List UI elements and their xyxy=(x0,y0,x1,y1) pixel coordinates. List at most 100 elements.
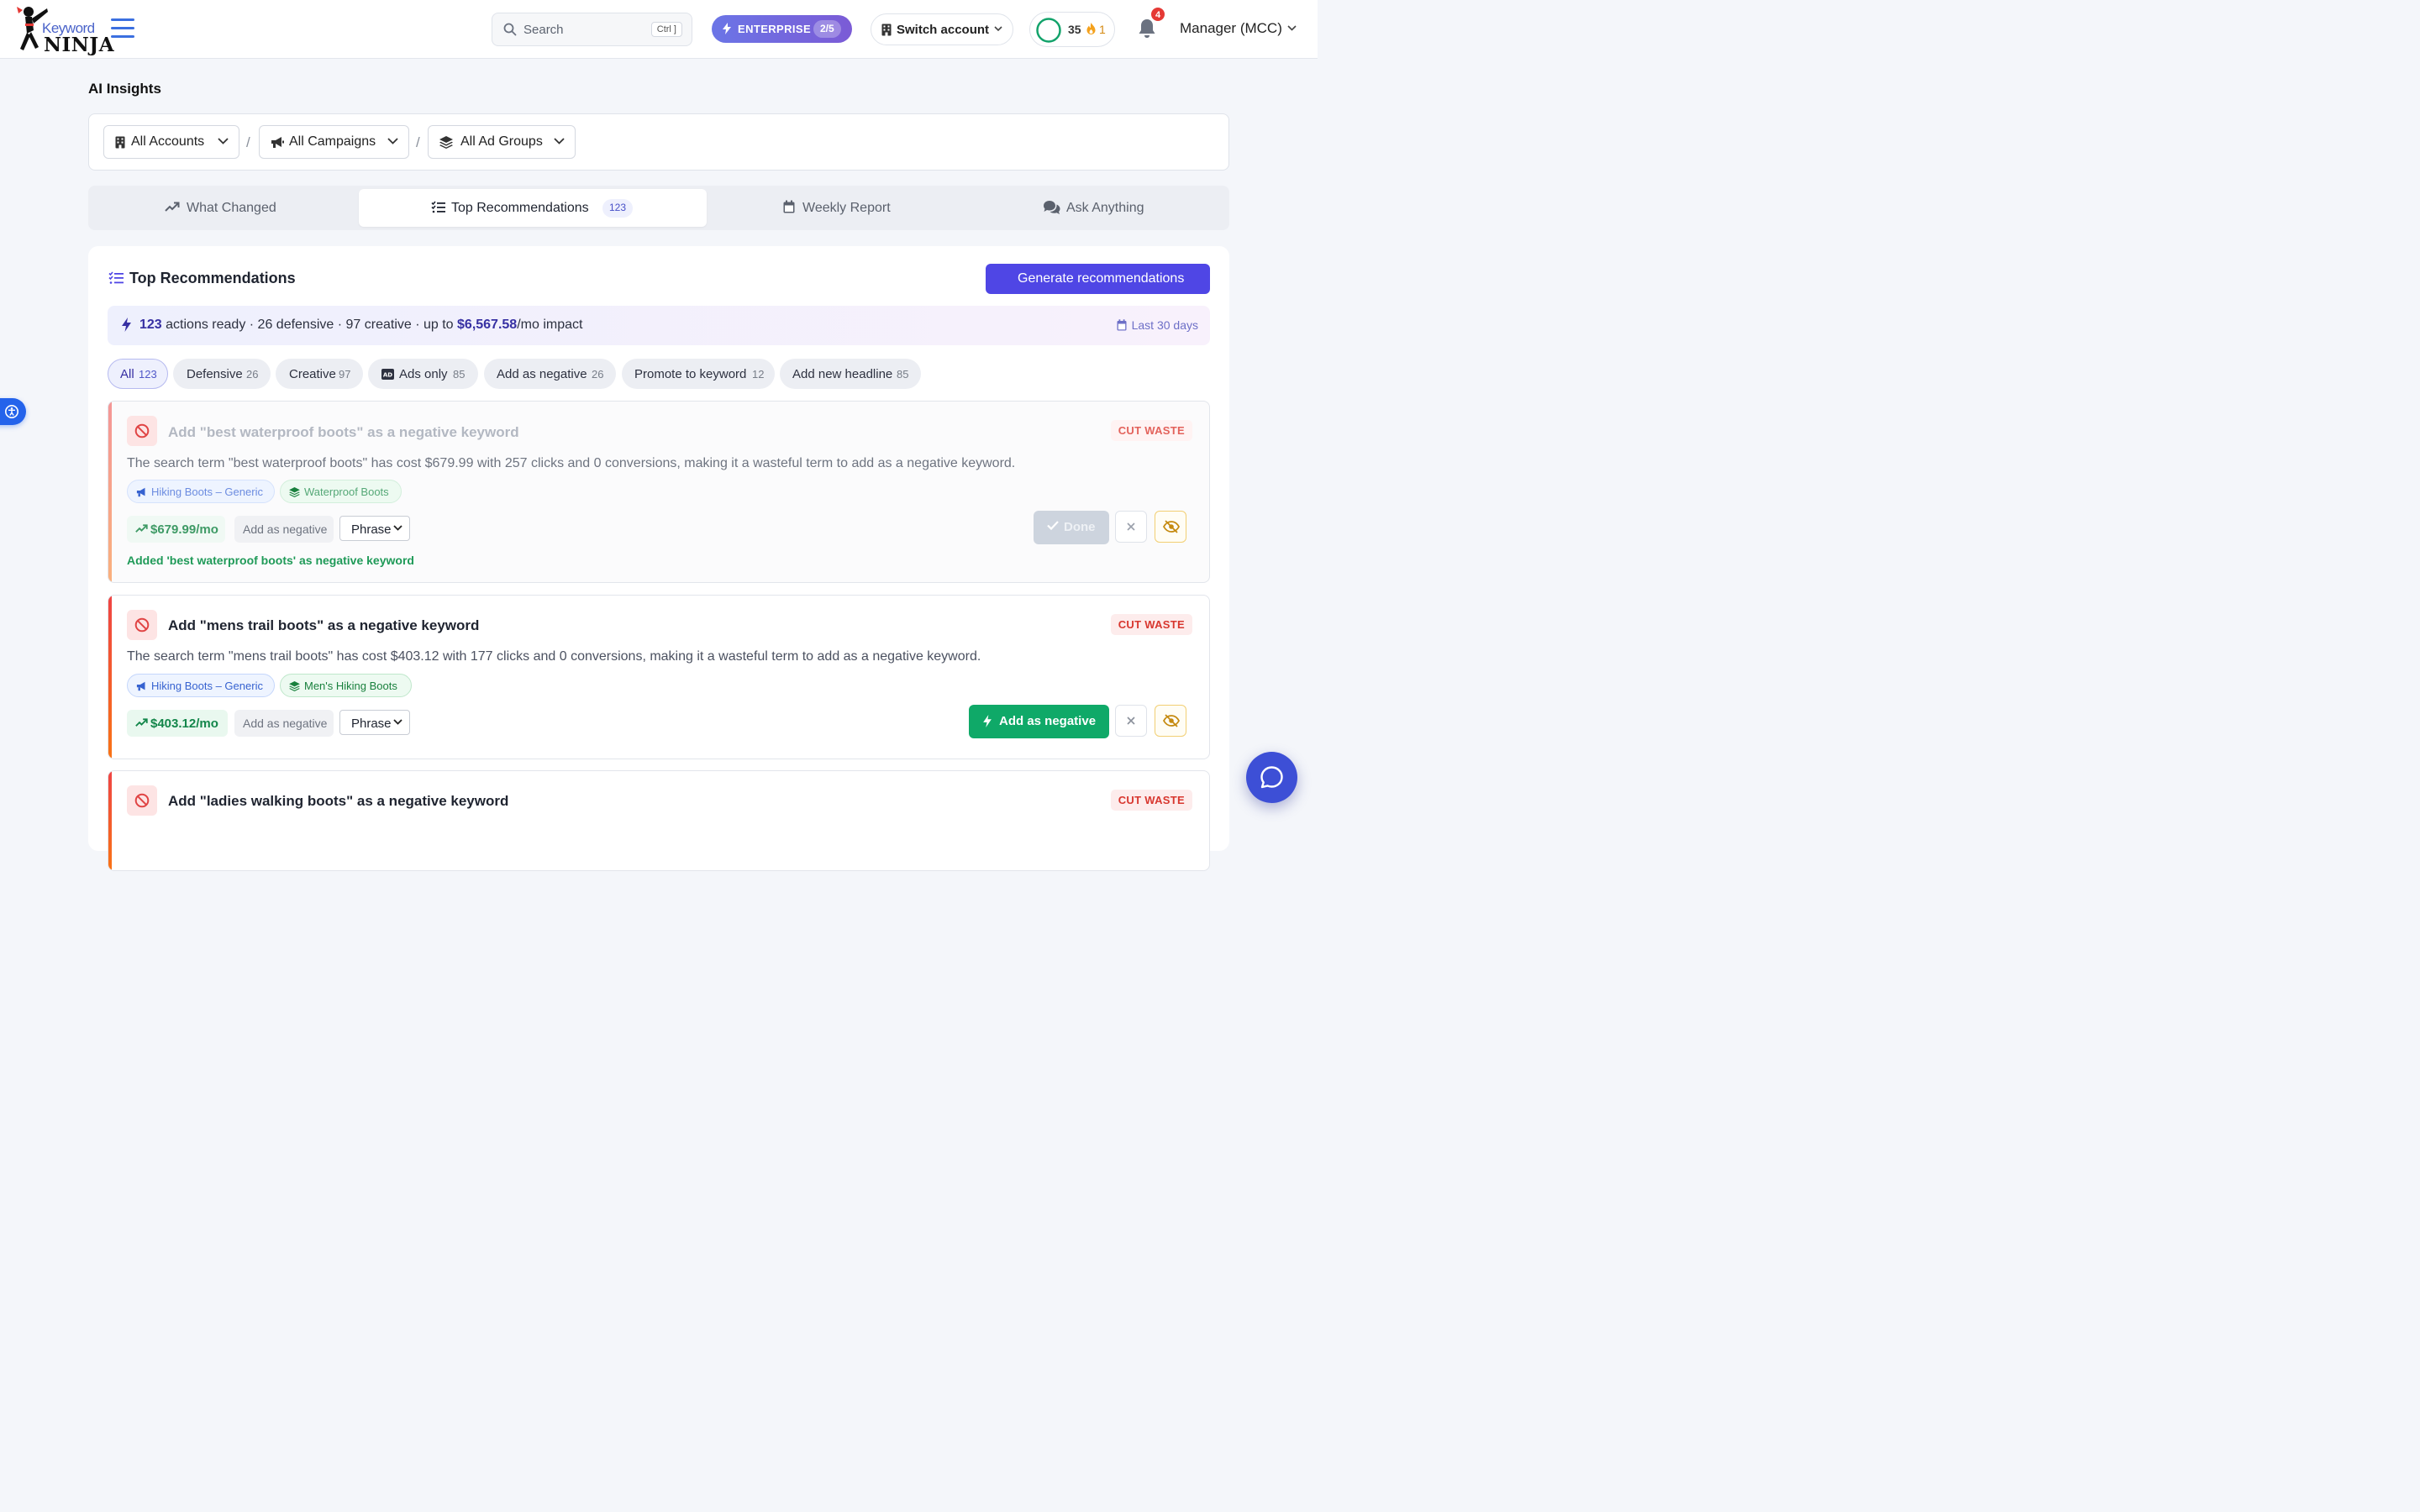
tab-count-badge: 123 xyxy=(602,199,634,218)
chip-count: 97 xyxy=(339,368,351,381)
tab-weekly-report[interactable]: Weekly Report xyxy=(708,189,969,227)
tab-label: Top Recommendations xyxy=(451,201,589,215)
tab-top-recommendations[interactable]: Top Recommendations 123 xyxy=(359,189,707,227)
match-type-select[interactable]: Phrase xyxy=(339,516,410,541)
card-category-tag: CUT WASTE xyxy=(1110,790,1192,811)
chip-label: Defensive xyxy=(187,367,243,381)
ad-group-badge[interactable]: Waterproof Boots xyxy=(280,480,402,503)
campaign-badge[interactable]: Hiking Boots – Generic xyxy=(127,480,275,503)
ban-icon xyxy=(134,617,150,633)
card-description: The search term "best waterproof boots" … xyxy=(127,456,1016,470)
summary-actions-count: 123 xyxy=(139,318,162,332)
hide-button[interactable] xyxy=(1155,511,1186,543)
recommendation-card: Add "best waterproof boots" as a negativ… xyxy=(108,401,1210,583)
done-button-label: Done xyxy=(1064,520,1096,534)
comments-icon xyxy=(1044,201,1060,214)
accessibility-icon xyxy=(5,405,18,418)
done-button[interactable]: Done xyxy=(1034,511,1109,544)
card-category-tag: CUT WASTE xyxy=(1110,420,1192,441)
accounts-filter[interactable]: All Accounts xyxy=(103,125,239,159)
calendar-icon xyxy=(1117,319,1127,331)
recommendation-card: Add "mens trail boots" as a negative key… xyxy=(108,595,1210,759)
summary-banner: 123 actions ready · 26 defensive · 97 cr… xyxy=(108,306,1210,345)
chevron-down-icon xyxy=(1287,25,1297,31)
recommendations-panel: Top Recommendations Generate recommendat… xyxy=(88,246,1229,871)
ad-icon: AD xyxy=(381,369,394,380)
chat-support-button[interactable] xyxy=(1246,752,1297,803)
account-menu[interactable]: Manager (MCC) xyxy=(1180,20,1297,37)
hide-button[interactable] xyxy=(1155,705,1186,737)
ad-groups-filter[interactable]: All Ad Groups xyxy=(428,125,576,159)
chip-label: Promote to keyword xyxy=(634,367,747,381)
chat-bubble-icon xyxy=(1260,766,1283,789)
summary-actions-text: actions ready xyxy=(166,318,246,332)
menu-toggle-button[interactable] xyxy=(111,18,134,40)
card-title: Add "best waterproof boots" as a negativ… xyxy=(168,424,519,440)
hamburger-line xyxy=(111,35,134,38)
progress-ring-icon xyxy=(1036,18,1061,43)
layers-icon xyxy=(439,136,453,149)
breadcrumb-separator: / xyxy=(246,134,250,150)
close-icon xyxy=(1127,522,1135,531)
chip-creative[interactable]: Creative 97 xyxy=(276,359,363,389)
chip-defensive[interactable]: Defensive 26 xyxy=(173,359,271,389)
tab-ask-anything[interactable]: Ask Anything xyxy=(971,189,1228,227)
plan-usage: 2/5 xyxy=(813,20,841,38)
summary-text: 123 actions ready · 26 defensive · 97 cr… xyxy=(139,318,582,333)
top-bar: Keyword NINJA Search Ctrl ] ENTERPRISE 2… xyxy=(0,0,1318,59)
campaigns-filter-label: All Campaigns xyxy=(289,134,376,149)
tab-what-changed[interactable]: What Changed xyxy=(88,189,357,227)
impact-badge: $403.12/mo xyxy=(127,710,228,737)
trend-up-icon xyxy=(135,524,148,533)
campaigns-filter[interactable]: All Campaigns xyxy=(259,125,409,159)
plan-badge[interactable]: ENTERPRISE 2/5 xyxy=(712,15,852,43)
chip-label: Creative xyxy=(289,367,336,381)
generate-recommendations-button[interactable]: Generate recommendations xyxy=(986,264,1210,294)
chevron-down-icon xyxy=(387,138,398,144)
chevron-down-icon xyxy=(393,719,402,725)
chip-count: 85 xyxy=(453,368,466,381)
dismiss-button[interactable] xyxy=(1115,705,1147,737)
match-type-select[interactable]: Phrase xyxy=(339,710,410,735)
chevron-down-icon xyxy=(218,138,229,144)
list-check-icon xyxy=(108,271,124,284)
chip-ads-only[interactable]: AD Ads only 85 xyxy=(368,359,478,389)
logo[interactable]: Keyword NINJA xyxy=(15,3,114,56)
chip-add-as-negative[interactable]: Add as negative 26 xyxy=(484,359,616,389)
search-input[interactable]: Search Ctrl ] xyxy=(492,13,692,46)
chip-label: Add as negative xyxy=(497,367,587,381)
chip-count: 26 xyxy=(246,368,259,381)
eye-slash-icon xyxy=(1163,714,1180,727)
campaign-name: Hiking Boots – Generic xyxy=(151,680,263,692)
notifications-button[interactable]: 4 xyxy=(1138,7,1165,39)
date-range-label[interactable]: Last 30 days xyxy=(1117,318,1198,332)
card-type-icon xyxy=(127,785,157,816)
ad-group-badge[interactable]: Men's Hiking Boots xyxy=(280,674,412,697)
accessibility-button[interactable] xyxy=(0,398,26,425)
chip-count: 123 xyxy=(139,368,157,381)
building-icon xyxy=(115,136,125,149)
chip-promote-to-keyword[interactable]: Promote to keyword 12 xyxy=(622,359,775,389)
chip-all[interactable]: All 123 xyxy=(108,359,168,389)
card-title: Add "ladies walking boots" as a negative… xyxy=(168,793,509,809)
card-title: Add "mens trail boots" as a negative key… xyxy=(168,617,480,633)
trend-icon xyxy=(165,202,180,212)
campaign-badge[interactable]: Hiking Boots – Generic xyxy=(127,674,275,697)
credits-indicator[interactable]: 35 1 xyxy=(1029,12,1115,47)
dismiss-button[interactable] xyxy=(1115,511,1147,543)
impact-badge: $679.99/mo xyxy=(127,516,225,543)
accounts-filter-label: All Accounts xyxy=(131,134,205,149)
add-as-negative-button[interactable]: Add as negative xyxy=(969,705,1109,738)
fire-icon xyxy=(1086,23,1096,34)
chip-label: Add new headline xyxy=(792,367,893,381)
plan-label: ENTERPRISE xyxy=(738,23,812,35)
search-icon xyxy=(503,23,517,36)
breadcrumb-separator: / xyxy=(416,134,420,150)
card-accent-bar xyxy=(108,771,112,870)
ad-group-name: Waterproof Boots xyxy=(304,486,389,498)
card-category-tag: CUT WASTE xyxy=(1110,614,1192,635)
layers-icon xyxy=(289,487,300,497)
chevron-down-icon xyxy=(393,525,402,531)
switch-account-button[interactable]: Switch account xyxy=(871,13,1013,45)
chip-add-new-headline[interactable]: Add new headline 85 xyxy=(780,359,921,389)
